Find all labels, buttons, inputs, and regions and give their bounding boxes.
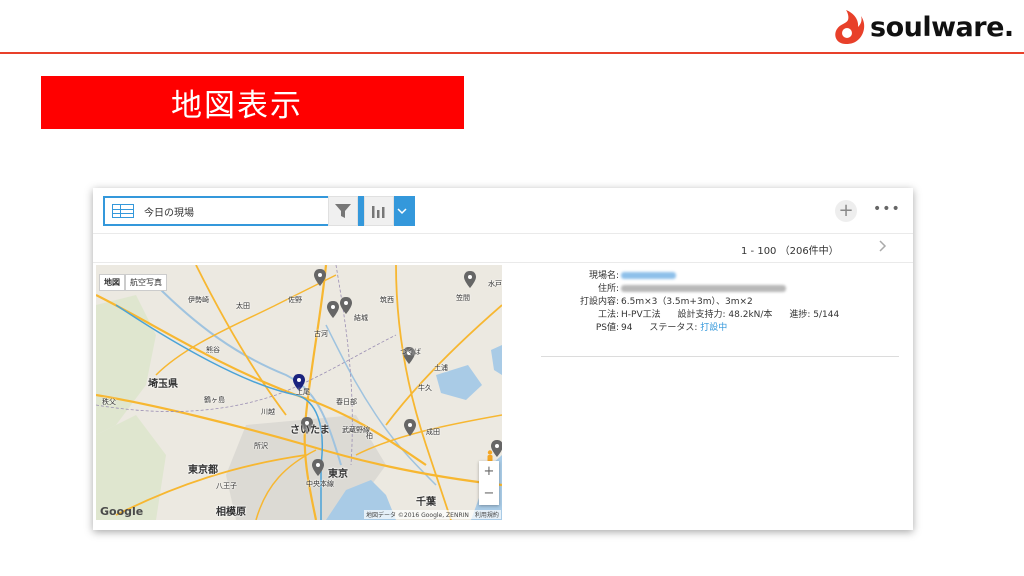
- slide-title: 地図表示: [171, 88, 303, 124]
- map-attribution: 地図データ ©2016 Google, ZENRIN 利用規約: [364, 510, 501, 519]
- tab-satellite[interactable]: 航空写真: [125, 274, 167, 291]
- map-label: 佐野: [288, 296, 302, 304]
- map-label: 相模原: [216, 507, 246, 518]
- pile-value: 6.5m×3（3.5m+3m）、3m×2: [621, 297, 753, 307]
- detail-row: 打設内容: 6.5m×3（3.5m+3m）、3m×2: [541, 296, 901, 309]
- zoom-in-button[interactable]: +: [479, 461, 499, 483]
- map-label: 上尾: [296, 388, 310, 396]
- detail-row: 工法: H-PV工法 設計支持力: 48.2kN/本 進捗: 5/144: [541, 309, 901, 322]
- map-label: つくば: [400, 348, 421, 356]
- ellipsis-icon: •••: [873, 201, 901, 217]
- address-label: 住所:: [597, 284, 619, 294]
- map-label: 埼玉県: [148, 379, 178, 390]
- map-label: 太田: [236, 302, 250, 310]
- street-view-pegman-icon[interactable]: [485, 447, 495, 462]
- progress-value: 5/144: [813, 310, 840, 320]
- map-label: 川越: [261, 408, 275, 416]
- chart-button[interactable]: [364, 196, 394, 226]
- detail-row: 住所:: [541, 283, 901, 296]
- map-label: 所沢: [254, 442, 268, 450]
- next-page-button[interactable]: [879, 240, 887, 256]
- map-label: 千葉: [416, 497, 436, 508]
- map-label: 牛久: [418, 384, 432, 392]
- site-details: 現場名: 住所: 打設内容: 6.5m×3（3.5m+3m）、3m×2 工法: …: [541, 270, 901, 335]
- more-options-button[interactable]: •••: [873, 200, 900, 222]
- map-label: 伊勢崎: [188, 296, 209, 304]
- google-logo: Google: [100, 505, 144, 518]
- map-label: 東京: [328, 469, 348, 480]
- map-label: 春日部: [336, 398, 357, 406]
- pagination-range: 1 - 100 （206件中）: [741, 246, 839, 257]
- slide: soulware. 地図表示 今日の現場 + ••• 1 - 100 （206件…: [0, 0, 1024, 576]
- map-label: 成田: [426, 428, 440, 436]
- map-label: 熊谷: [206, 346, 220, 354]
- redacted-address: [621, 285, 786, 292]
- table-icon: [112, 204, 134, 218]
- ps-value: 94: [621, 323, 633, 333]
- app-window: 今日の現場 + ••• 1 - 100 （206件中） 地図 航空写真 埼玉県 …: [93, 188, 913, 530]
- map-view[interactable]: 地図 航空写真 埼玉県 東京都 相模原 千葉 さいたま 東京 川越 所沢 八王子…: [96, 265, 502, 520]
- brand-logo: soulware.: [832, 6, 1014, 48]
- map-label: 鶴ヶ島: [204, 396, 225, 404]
- map-label: 東京都: [188, 465, 218, 476]
- map-label: 中央本線: [306, 480, 334, 488]
- map-label: 武蔵野線: [342, 426, 370, 434]
- zoom-out-button[interactable]: −: [479, 483, 499, 505]
- map-label: 水戸: [488, 280, 502, 288]
- map-label: さいたま: [290, 425, 330, 436]
- details-divider: [541, 356, 899, 357]
- method-label: 工法:: [597, 310, 619, 320]
- map-type-tabs: 地図 航空写真: [99, 274, 167, 291]
- map-label: 結城: [354, 314, 368, 322]
- design-label: 設計支持力:: [677, 310, 726, 320]
- add-record-button[interactable]: +: [835, 200, 857, 222]
- status-value[interactable]: 打設中: [700, 323, 727, 333]
- brand-name: soulware.: [870, 11, 1014, 43]
- toolbar-divider: [93, 233, 913, 234]
- map-label: 秩父: [102, 398, 116, 406]
- title-band: 地図表示: [41, 76, 464, 129]
- view-name: 今日の現場: [144, 207, 194, 219]
- ps-label: PS値:: [595, 323, 619, 333]
- design-value: 48.2kN/本: [728, 310, 773, 320]
- flame-logo-icon: [832, 9, 866, 45]
- header-rule: [0, 52, 1024, 54]
- filter-icon: [335, 204, 351, 218]
- status-label: ステータス:: [649, 323, 698, 333]
- chevron-down-icon: [396, 207, 407, 214]
- progress-label: 進捗:: [789, 310, 811, 320]
- tab-map[interactable]: 地図: [99, 274, 125, 291]
- zoom-control: + −: [479, 461, 499, 505]
- pile-label: 打設内容:: [579, 297, 619, 307]
- map-label: 土浦: [434, 364, 448, 372]
- map-label: 八王子: [216, 482, 237, 490]
- site-name-label: 現場名:: [588, 271, 619, 281]
- filter-button[interactable]: [328, 196, 358, 226]
- chevron-right-icon: [879, 240, 887, 252]
- pagination-divider: [93, 262, 913, 263]
- redacted-site-name[interactable]: [621, 272, 676, 279]
- detail-row: PS値: 94 ステータス: 打設中: [541, 322, 901, 335]
- view-selector[interactable]: 今日の現場: [103, 196, 356, 226]
- map-label: 笠間: [456, 294, 470, 302]
- bar-chart-icon: [372, 206, 385, 218]
- plus-icon: +: [838, 200, 854, 221]
- detail-row: 現場名:: [541, 270, 901, 283]
- method-value: H-PV工法: [621, 310, 661, 320]
- map-label: 筑西: [380, 296, 394, 304]
- map-label: 古河: [314, 330, 328, 338]
